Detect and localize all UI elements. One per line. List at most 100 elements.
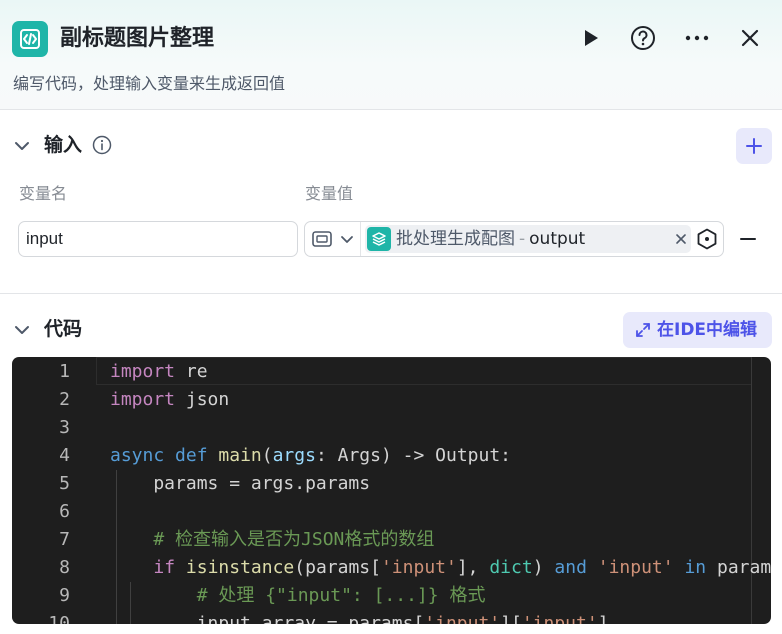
code-text: params = args.params — [110, 470, 370, 498]
indent-guide — [116, 582, 117, 610]
reference-output-name: output — [529, 229, 586, 249]
code-token: def — [175, 445, 208, 466]
indent-guide — [130, 582, 131, 610]
indent-guide — [116, 610, 117, 624]
code-line[interactable]: 9 # 处理 {"input": [...]} 格式 — [12, 582, 771, 610]
indent-guide — [130, 610, 131, 624]
close-button[interactable] — [734, 22, 766, 54]
code-text: import re — [110, 358, 208, 386]
code-editor[interactable]: 1 import re 2 import json 3 4 async def main(a… — [12, 357, 771, 624]
code-token: and — [554, 557, 587, 578]
code-token: if — [153, 557, 176, 578]
node-description[interactable]: 编写代码，处理输入变量来生成返回值 — [13, 72, 285, 96]
variable-picker-icon[interactable] — [696, 228, 718, 250]
code-line[interactable]: 6 — [12, 498, 771, 526]
code-text: import json — [110, 386, 229, 414]
code-token: import — [110, 389, 176, 410]
code-token: re — [175, 361, 208, 382]
code-line[interactable]: 3 — [12, 414, 771, 442]
code-token: 'input' — [424, 613, 501, 624]
code-token: 'input' — [380, 557, 457, 578]
code-token: ], — [456, 557, 490, 578]
code-text: # 处理 {"input": [...]} 格式 — [110, 582, 486, 610]
code-token: dict — [489, 557, 533, 578]
code-text: # 检查输入是否为JSON格式的数组 — [110, 526, 434, 554]
batch-node-icon — [367, 227, 391, 251]
indent-guide — [116, 498, 117, 526]
edit-in-ide-label: 在IDE中编辑 — [657, 320, 758, 340]
code-token: json — [175, 389, 230, 410]
node-title[interactable]: 副标题图片整理 — [60, 22, 214, 56]
more-button[interactable] — [681, 22, 713, 54]
chevron-down-icon[interactable] — [12, 320, 32, 340]
play-icon — [585, 30, 598, 46]
plus-icon — [746, 138, 762, 154]
variable-name-label: 变量名 — [19, 184, 68, 203]
code-token: (params[ — [294, 557, 381, 578]
code-token: args — [272, 445, 316, 466]
reference-tag[interactable]: 批处理生成配图 - output — [365, 225, 691, 253]
line-number: 8 — [59, 557, 70, 578]
code-section-title: 代码 — [44, 318, 83, 340]
line-number: 10 — [48, 613, 70, 624]
line-number: 5 — [59, 473, 70, 494]
code-token: async — [110, 445, 165, 466]
code-token: import — [110, 361, 176, 382]
line-number: 7 — [59, 529, 70, 550]
remove-input-button[interactable] — [738, 229, 758, 249]
add-input-button[interactable] — [736, 128, 772, 164]
expand-icon — [636, 323, 650, 337]
code-token: params: — [716, 557, 771, 578]
variable-name-input[interactable]: input — [18, 221, 298, 257]
value-type-select[interactable] — [305, 222, 361, 256]
reference-separator: - — [519, 229, 526, 249]
code-token: ) — [532, 557, 555, 578]
code-text: input_array = params['input']['input'] — [110, 610, 609, 624]
question-icon — [631, 26, 655, 50]
chevron-down-icon — [341, 236, 353, 243]
section-divider — [0, 293, 782, 294]
code-line[interactable]: 1 import re — [12, 358, 771, 386]
code-token: 'input' — [521, 613, 598, 624]
code-line[interactable]: 10 input_array = params['input']['input'… — [12, 610, 771, 624]
reference-type-icon — [312, 231, 332, 247]
code-token: params = args.params — [110, 473, 371, 494]
code-token: in — [684, 557, 707, 578]
chevron-down-icon[interactable] — [12, 136, 32, 156]
code-token: main — [218, 445, 262, 466]
variable-value-field[interactable]: 批处理生成配图 - output — [304, 221, 724, 257]
code-token: ] — [597, 613, 609, 624]
code-line[interactable]: 2 import json — [12, 386, 771, 414]
code-token: ( — [261, 445, 273, 466]
code-text: if isinstance(params['input'], dict) and… — [110, 554, 771, 582]
indent-guide — [116, 470, 117, 498]
code-line[interactable]: 7 # 检查输入是否为JSON格式的数组 — [12, 526, 771, 554]
indent-guide — [116, 554, 117, 582]
code-line[interactable]: 5 params = args.params — [12, 470, 771, 498]
code-line[interactable]: 4 async def main(args: Args) -> Output: — [12, 442, 771, 470]
input-section-title: 输入 — [44, 134, 83, 156]
line-number: 6 — [59, 501, 70, 522]
indent-guide — [116, 526, 117, 554]
reference-text: 批处理生成配图 - output — [396, 227, 585, 251]
line-number: 2 — [59, 389, 70, 410]
code-token: # 处理 {"input": [...]} 格式 — [196, 585, 486, 606]
variable-value-label: 变量值 — [305, 184, 354, 203]
help-button[interactable] — [627, 22, 659, 54]
clear-reference-button[interactable] — [673, 229, 689, 249]
info-icon[interactable] — [92, 135, 112, 155]
code-token: # 检查输入是否为JSON格式的数组 — [153, 529, 435, 550]
more-icon — [685, 35, 709, 41]
input-section-header[interactable]: 输入 — [0, 125, 782, 165]
edit-in-ide-button[interactable]: 在IDE中编辑 — [623, 312, 772, 348]
code-line[interactable]: 8 if isinstance(params['input'], dict) a… — [12, 554, 771, 582]
code-token: isinstance — [185, 557, 295, 578]
line-number: 3 — [59, 417, 70, 438]
run-button[interactable] — [574, 22, 606, 54]
close-icon — [676, 234, 686, 244]
